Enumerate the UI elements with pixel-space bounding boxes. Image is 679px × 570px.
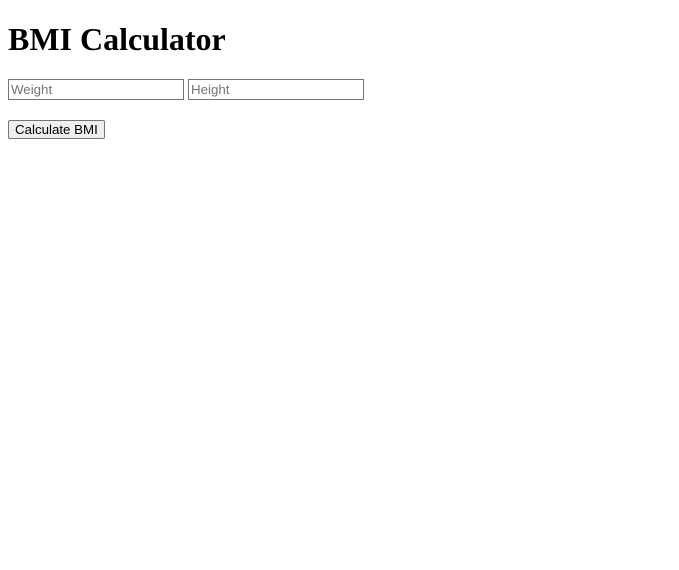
bmi-form: Calculate BMI	[8, 79, 671, 139]
page-title: BMI Calculator	[8, 21, 671, 58]
weight-field[interactable]	[8, 79, 184, 100]
calculate-button[interactable]: Calculate BMI	[8, 120, 105, 139]
height-field[interactable]	[188, 79, 364, 100]
